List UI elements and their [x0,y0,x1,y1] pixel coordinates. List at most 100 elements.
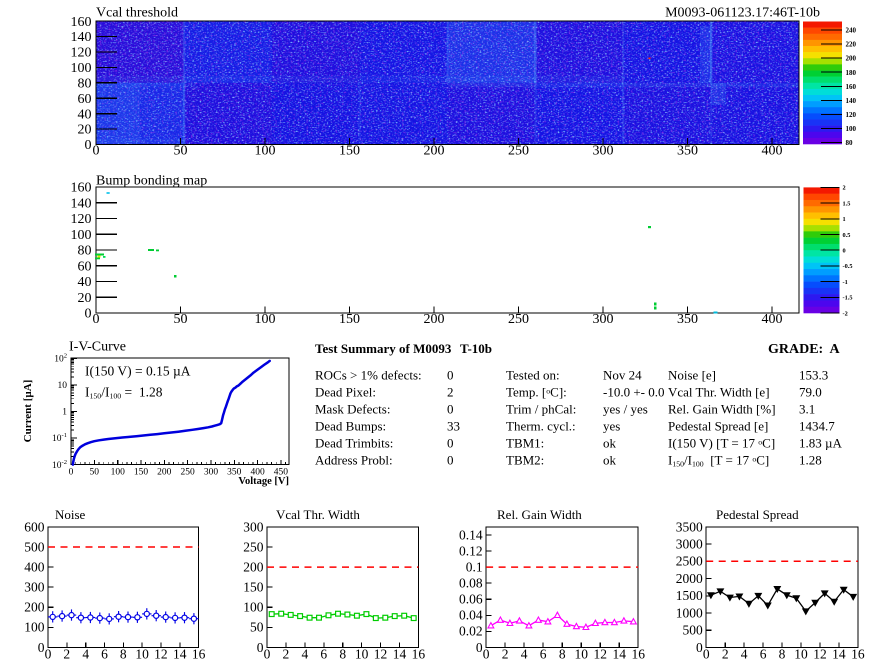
svg-text:Nov 24: Nov 24 [603,368,642,383]
svg-text:8: 8 [779,647,786,662]
svg-text:80: 80 [78,244,92,259]
svg-text:150: 150 [339,312,360,327]
svg-text:2: 2 [502,647,509,662]
svg-text:Mask Defects:: Mask Defects: [315,402,390,417]
svg-text:I-V-Curve: I-V-Curve [69,340,126,355]
svg-text:14: 14 [173,647,187,662]
svg-text:500: 500 [24,539,45,554]
svg-text:ROCs > 1% defects:: ROCs > 1% defects: [315,368,422,383]
svg-text:250: 250 [508,312,529,327]
svg-text:16: 16 [412,647,426,662]
svg-text:2500: 2500 [676,554,703,569]
svg-text:-2: -2 [843,310,848,317]
svg-text:300: 300 [24,580,45,595]
svg-text:240: 240 [846,27,857,35]
svg-text:Rel. Gain Width [%]: Rel. Gain Width [%] [668,402,776,417]
svg-text:180: 180 [846,69,857,77]
svg-text:40: 40 [78,275,92,290]
svg-text:14: 14 [832,647,846,662]
svg-text:200: 200 [424,144,445,159]
svg-text:14: 14 [393,647,407,662]
svg-text:-1: -1 [843,279,848,286]
svg-text:-10.0 +- 0.0: -10.0 +- 0.0 [603,385,665,400]
svg-text:3000: 3000 [676,537,703,552]
svg-text:50: 50 [250,620,264,635]
svg-text:TBM1:: TBM1: [506,436,544,451]
svg-text:200: 200 [846,55,857,63]
svg-text:Address Probl:: Address Probl: [315,453,393,468]
svg-text:100: 100 [846,125,857,133]
svg-text:10: 10 [574,647,588,662]
svg-text:Dead Bumps:: Dead Bumps: [315,419,386,434]
svg-text:Test Summary of M0093: Test Summary of M0093 [315,341,452,356]
svg-text:100: 100 [111,467,126,477]
svg-text:12: 12 [154,647,168,662]
svg-text:Voltage [V]: Voltage [V] [238,476,289,487]
svg-text:0: 0 [447,402,454,417]
svg-text:79.0: 79.0 [799,385,822,400]
svg-text:400: 400 [762,312,783,327]
svg-text:8: 8 [120,647,127,662]
svg-text:80: 80 [846,139,854,147]
svg-text:0: 0 [843,248,846,255]
svg-text:Bump bonding map: Bump bonding map [96,174,207,189]
svg-text:2: 2 [722,647,729,662]
svg-text:350: 350 [677,312,698,327]
svg-text:Therm. cycl.:: Therm. cycl.: [506,419,576,434]
svg-text:120: 120 [71,46,92,61]
svg-text:100: 100 [255,312,276,327]
svg-text:0: 0 [483,647,490,662]
svg-text:Noise [e]: Noise [e] [668,368,716,383]
svg-text:50: 50 [90,467,100,477]
svg-text:8: 8 [559,647,566,662]
svg-text:140: 140 [71,30,92,45]
svg-text:150: 150 [243,580,264,595]
svg-text:1: 1 [843,216,846,223]
svg-text:0: 0 [69,467,74,477]
svg-text:yes: yes [603,419,620,434]
svg-text:500: 500 [682,623,703,638]
svg-text:Temp. [oC]:: Temp. [oC]: [506,385,567,400]
svg-text:Noise: Noise [55,507,86,522]
svg-text:M0093-061123.17:46T-10b: M0093-061123.17:46T-10b [665,6,820,21]
svg-text:250: 250 [508,144,529,159]
svg-text:Vcal threshold: Vcal threshold [96,6,178,21]
svg-text:0: 0 [264,647,271,662]
svg-text:yes / yes: yes / yes [603,402,648,417]
svg-text:Vcal Thr. Width [e]: Vcal Thr. Width [e] [668,385,770,400]
svg-text:3500: 3500 [676,519,703,534]
svg-text:0.06: 0.06 [459,592,483,607]
svg-text:16: 16 [631,647,645,662]
svg-text:-0.5: -0.5 [843,263,853,270]
svg-text:0.12: 0.12 [459,543,483,558]
svg-text:200: 200 [243,560,264,575]
svg-text:0.02: 0.02 [459,624,483,639]
svg-text:4: 4 [521,647,528,662]
svg-text:220: 220 [846,41,857,49]
svg-text:6: 6 [101,647,108,662]
svg-text:140: 140 [71,196,92,211]
svg-text:80: 80 [78,76,92,91]
svg-text:1000: 1000 [676,605,703,620]
svg-text:0: 0 [703,647,710,662]
svg-text:6: 6 [760,647,767,662]
svg-text:100: 100 [243,600,264,615]
svg-text:140: 140 [846,97,857,105]
svg-text:10: 10 [135,647,149,662]
svg-text:153.3: 153.3 [799,368,828,383]
svg-text:300: 300 [593,144,614,159]
svg-text:60: 60 [78,92,92,107]
svg-text:Pedestal Spread [e]: Pedestal Spread [e] [668,419,768,434]
svg-text:10: 10 [794,647,808,662]
svg-text:60: 60 [78,259,92,274]
svg-text:2: 2 [63,647,70,662]
svg-text:1.5: 1.5 [843,200,851,207]
svg-text:120: 120 [71,212,92,227]
svg-text:16: 16 [851,647,865,662]
svg-text:40: 40 [78,107,92,122]
svg-text:1500: 1500 [676,588,703,603]
svg-text:120: 120 [846,111,857,119]
svg-text:200: 200 [424,312,445,327]
svg-text:300: 300 [593,312,614,327]
svg-text:33: 33 [447,419,460,434]
